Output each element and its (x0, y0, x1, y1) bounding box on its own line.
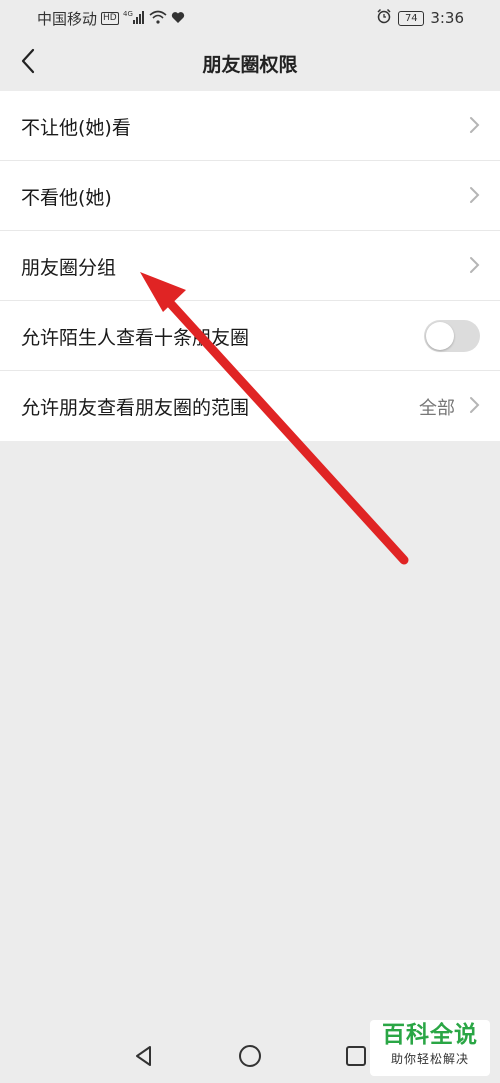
heart-icon (171, 10, 185, 28)
alarm-icon (376, 8, 392, 28)
status-bar: 中国移动 HD 4G 74 3:36 (0, 0, 500, 36)
nav-recents-icon[interactable] (342, 1042, 370, 1070)
battery-icon: 74 (398, 10, 425, 26)
setting-row-moments-groups[interactable]: 朋友圈分组 (0, 231, 500, 301)
setting-row-view-range[interactable]: 允许朋友查看朋友圈的范围 全部 (0, 371, 500, 441)
setting-row-hide-from[interactable]: 不让他(她)看 (0, 91, 500, 161)
watermark-logo: 百科全说 助你轻松解决 (370, 1020, 490, 1076)
carrier-name: 中国移动 (37, 10, 98, 28)
setting-row-strangers-view: 允许陌生人查看十条朋友圈 (0, 301, 500, 371)
strangers-toggle[interactable] (424, 320, 480, 352)
setting-label: 允许陌生人查看十条朋友圈 (21, 327, 250, 349)
setting-row-dont-see[interactable]: 不看他(她) (0, 161, 500, 231)
nav-home-icon[interactable] (236, 1042, 264, 1070)
signal-icon: 4G (123, 10, 145, 28)
chevron-right-icon (470, 257, 480, 273)
watermark-subtitle: 助你轻松解决 (390, 1052, 469, 1066)
chevron-right-icon (470, 117, 480, 133)
setting-label: 朋友圈分组 (21, 257, 117, 279)
chevron-right-icon (470, 187, 480, 203)
settings-list: 不让他(她)看 不看他(她) 朋友圈分组 允许陌生人查看十条朋友圈 允许朋友查看… (0, 91, 500, 441)
setting-label: 不看他(她) (21, 187, 112, 209)
nav-back-icon[interactable] (130, 1042, 158, 1070)
setting-label: 允许朋友查看朋友圈的范围 (21, 397, 250, 419)
wifi-icon (149, 10, 167, 28)
clock-time: 3:36 (430, 9, 464, 27)
network-type: 4G (123, 10, 133, 18)
nav-header: 朋友圈权限 (0, 36, 500, 88)
hd-badge: HD (101, 12, 119, 25)
toggle-knob (426, 322, 454, 350)
watermark-title: 百科全说 (382, 1022, 478, 1048)
status-right: 74 3:36 (376, 8, 464, 28)
status-left: 中国移动 HD 4G (37, 8, 185, 29)
page-title: 朋友圈权限 (202, 54, 298, 76)
setting-label: 不让他(她)看 (21, 117, 131, 139)
setting-value: 全部 (419, 398, 455, 419)
chevron-right-icon (470, 397, 480, 413)
